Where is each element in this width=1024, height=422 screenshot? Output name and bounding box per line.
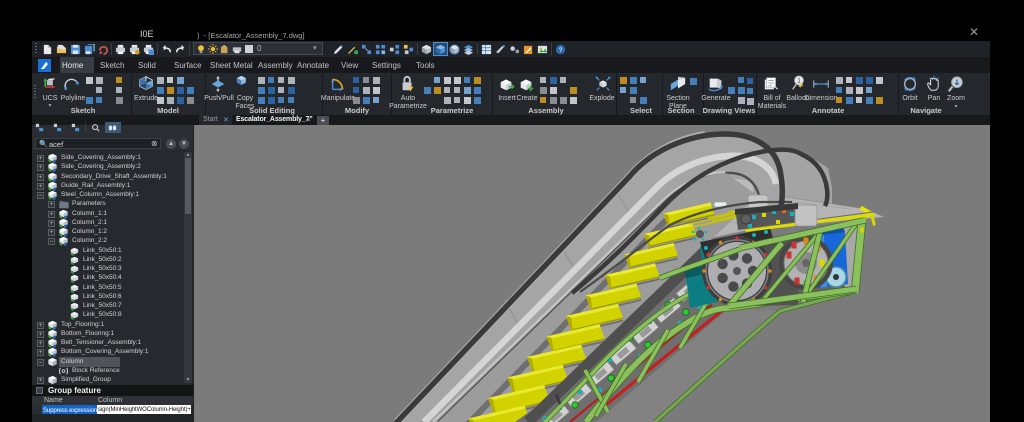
svg-text:?: ? (559, 47, 563, 54)
svg-text:1: 1 (797, 78, 801, 85)
